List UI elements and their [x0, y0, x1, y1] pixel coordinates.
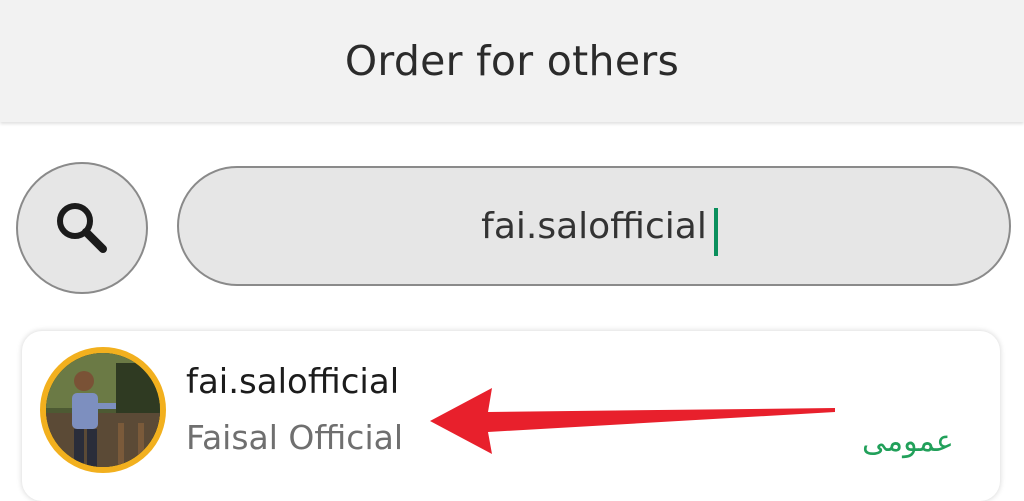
- text-caret: [714, 208, 718, 256]
- search-button[interactable]: [16, 162, 148, 294]
- avatar: [40, 347, 166, 473]
- app-header: Order for others: [0, 0, 1024, 122]
- result-full-name: Faisal Official: [186, 418, 403, 457]
- annotation-arrow: [430, 388, 835, 454]
- avatar-photo: [46, 353, 160, 467]
- search-icon: [57, 203, 107, 253]
- result-username: fai.salofficial: [186, 362, 400, 402]
- page-title: Order for others: [344, 37, 680, 85]
- privacy-label: عمومی: [862, 424, 954, 459]
- search-field[interactable]: [177, 166, 1011, 286]
- search-input[interactable]: [179, 168, 1009, 284]
